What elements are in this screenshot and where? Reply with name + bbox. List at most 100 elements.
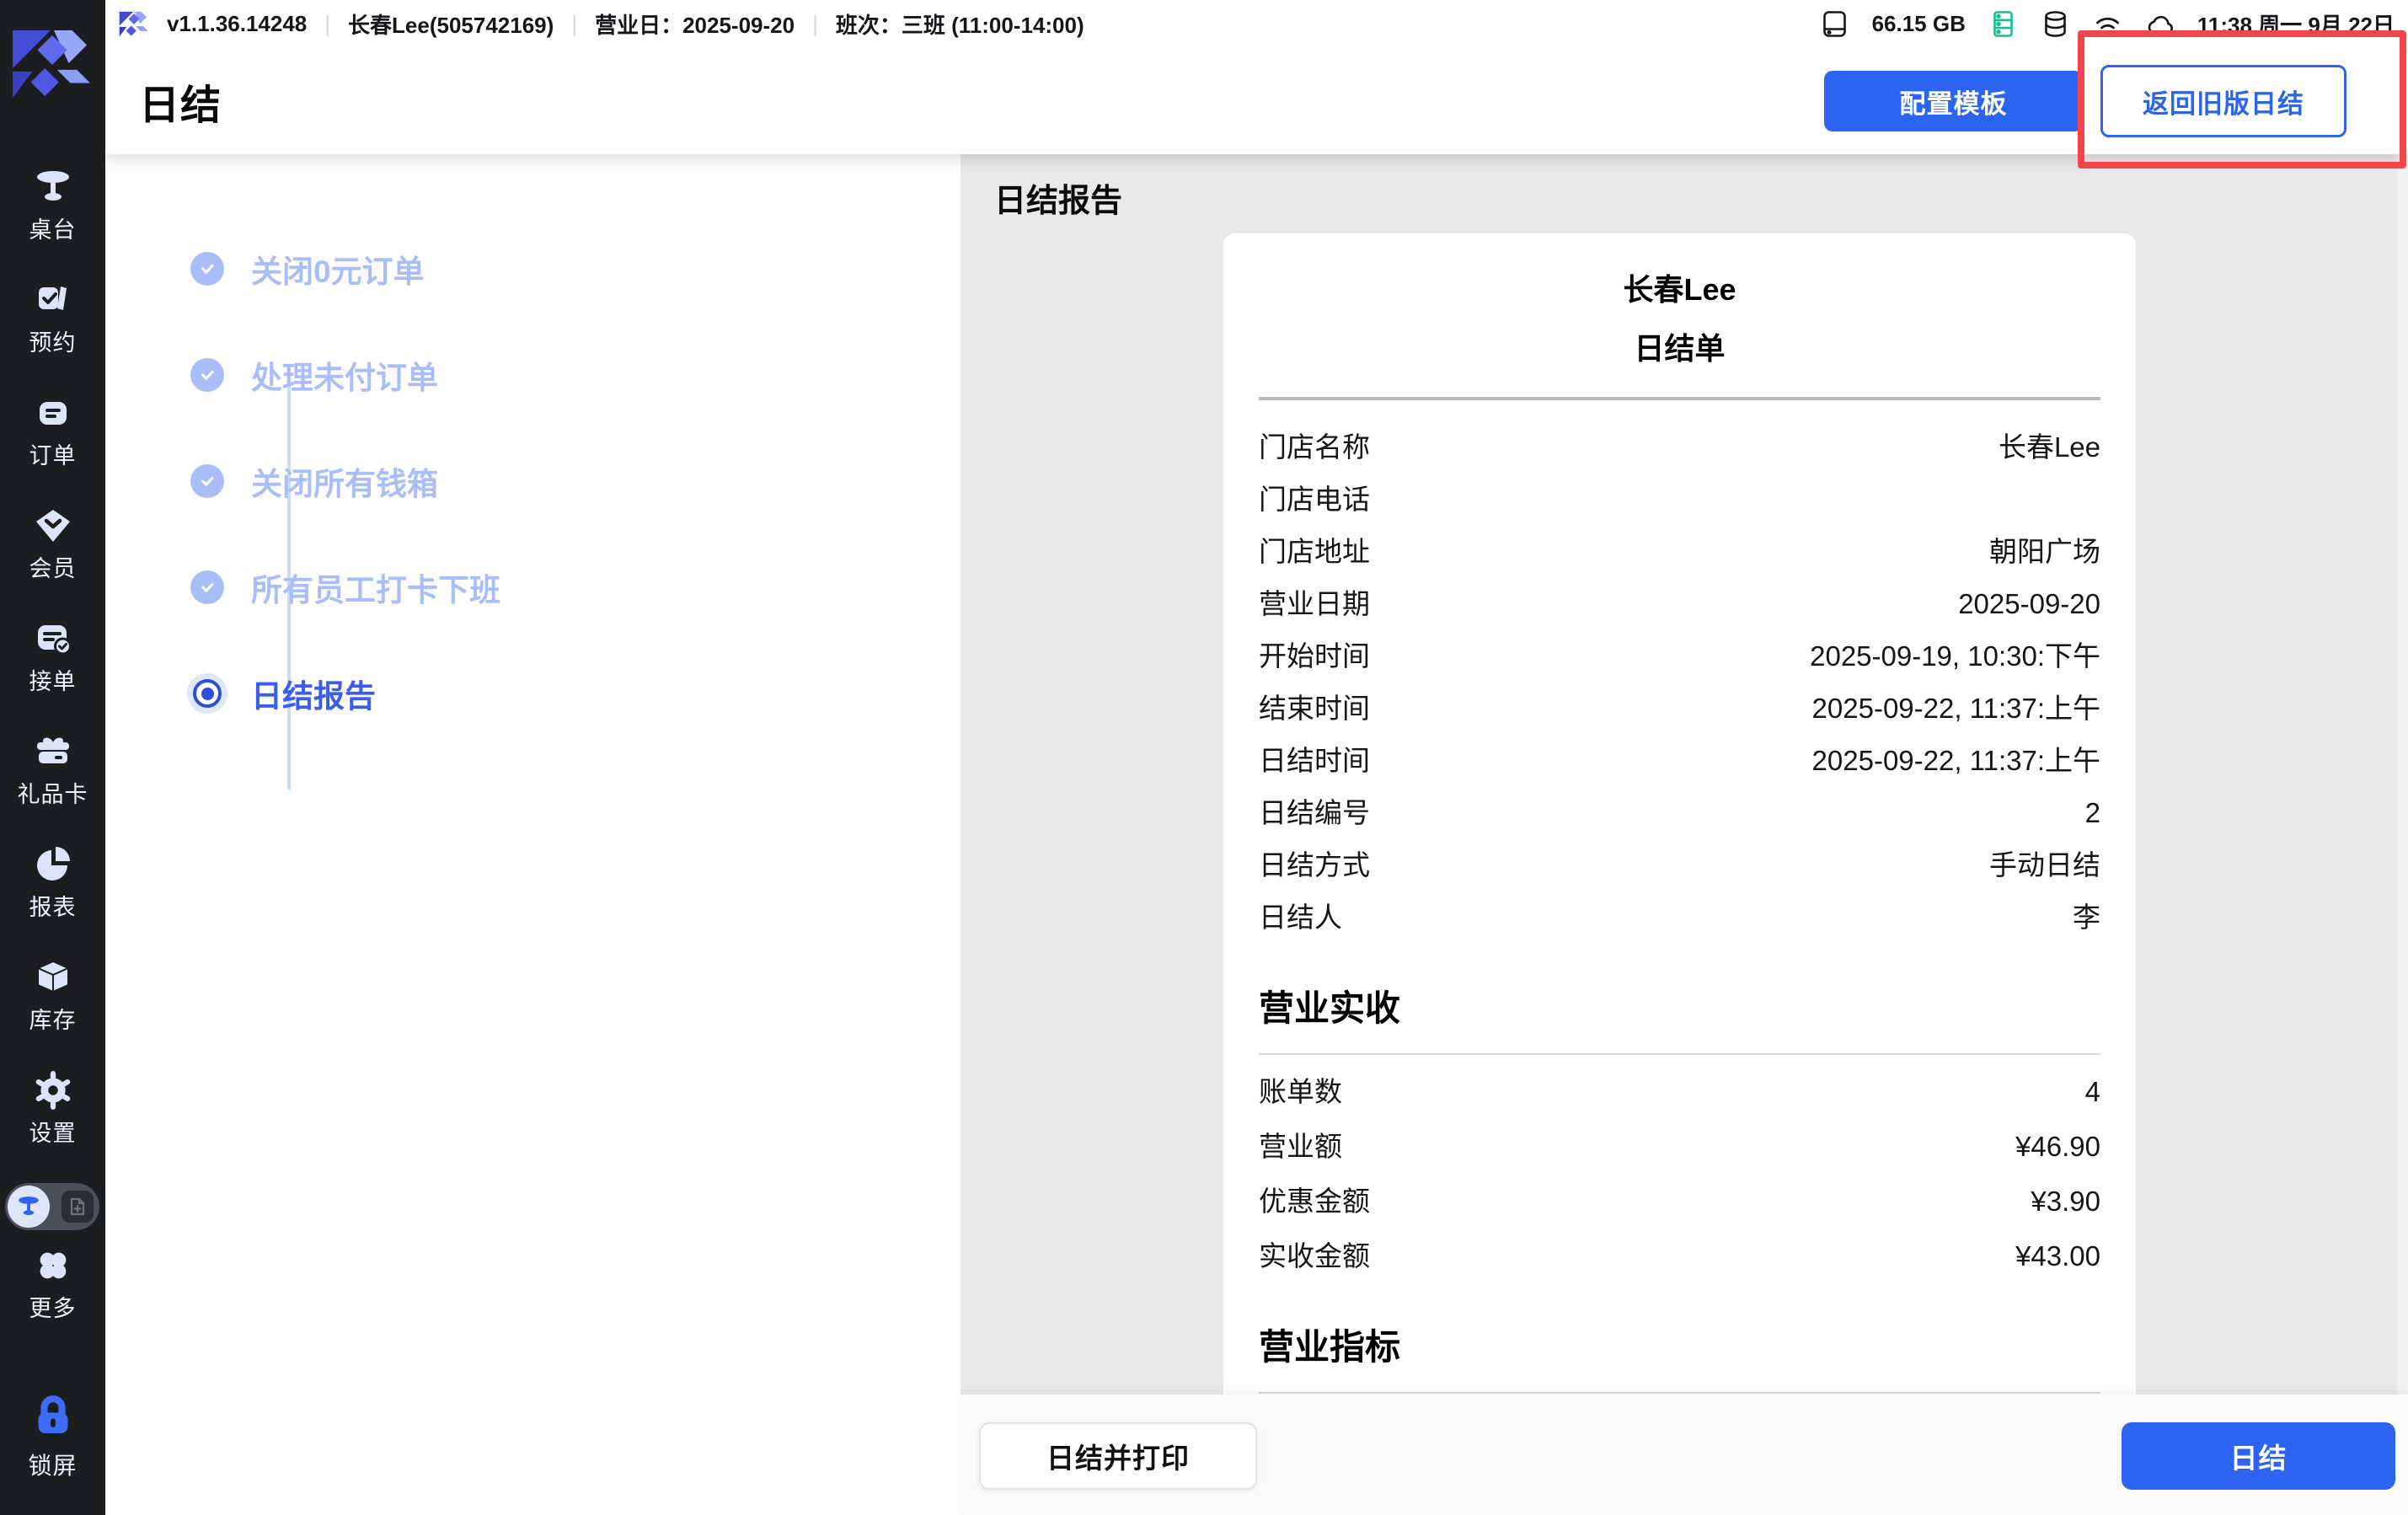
sidebar-nav: 桌台 预约 订单 会员 接单 <box>0 167 105 1183</box>
row-value: 2025-09-19, 10:30:下午 <box>1810 640 2100 673</box>
sidebar-item-more[interactable]: 更多 <box>0 1245 105 1358</box>
report-row: 日结方式手动日结 <box>1259 849 2100 882</box>
page-title: 日结 <box>139 72 222 131</box>
report-row: 优惠金额¥3.90 <box>1259 1185 2100 1218</box>
report-row: 开始时间 2025-09-19, 10:30:下午 <box>1259 640 2100 673</box>
sidebar-item-label: 礼品卡 <box>18 776 88 809</box>
gift-card-icon <box>33 731 73 772</box>
step-label: 日结报告 <box>251 671 376 716</box>
wifi-icon[interactable] <box>2093 9 2122 40</box>
database-icon[interactable] <box>2041 9 2070 40</box>
business-day: 营业日：2025-09-20 <box>595 8 795 40</box>
report-row: 门店电话 <box>1259 483 2100 517</box>
lock-icon <box>29 1392 77 1439</box>
back-to-old-version-button[interactable]: 返回旧版日结 <box>2100 65 2346 137</box>
quick-order-mode <box>62 1191 94 1223</box>
step-label: 关闭所有钱箱 <box>251 458 438 504</box>
sidebar-item-label: 接单 <box>29 663 77 696</box>
report-row: 结束时间 2025-09-22, 11:37:上午 <box>1259 692 2100 725</box>
sidebar-item-label: 桌台 <box>29 211 77 244</box>
step-handle-unpaid-orders[interactable]: 处理未付订单 <box>187 356 500 394</box>
bottom-action-bar: 日结并打印 日结 <box>961 1395 2408 1515</box>
sidebar-item-accept-order[interactable]: 接单 <box>0 618 105 731</box>
sidebar-item-gift-card[interactable]: 礼品卡 <box>0 731 105 844</box>
cloud-icon[interactable] <box>2145 9 2175 40</box>
row-label: 账单数 <box>1259 1075 1342 1109</box>
step-check-icon <box>187 355 227 395</box>
report-doc-title: 日结单 <box>1259 324 2100 368</box>
separator: | <box>324 11 330 37</box>
sidebar-item-settings[interactable]: 设置 <box>0 1070 105 1183</box>
row-value: 朝阳广场 <box>1989 535 2100 569</box>
table-mode-knob <box>8 1186 50 1228</box>
scrollbar[interactable] <box>2397 154 2408 1395</box>
shift-info: 班次：三班 (11:00-14:00) <box>836 8 1084 40</box>
separator: | <box>571 11 577 37</box>
row-value: 李 <box>2073 901 2100 934</box>
table-icon <box>16 1194 41 1219</box>
row-label: 优惠金额 <box>1259 1185 1370 1218</box>
sidebar: 桌台 预约 订单 会员 接单 <box>0 0 105 1515</box>
report-row: 门店名称长春Lee <box>1259 431 2100 464</box>
sidebar-item-member[interactable]: 会员 <box>0 506 105 618</box>
step-settlement-report[interactable]: 日结报告 <box>187 674 500 713</box>
sidebar-item-lock-screen[interactable]: 锁屏 <box>0 1392 105 1505</box>
row-label: 日结编号 <box>1259 796 1370 830</box>
section-business-receipts: 营业实收 账单数4 营业额¥46.90 优惠金额¥3.90 实收金额 ¥43.00 <box>1259 980 2100 1273</box>
row-value: 2025-09-22, 11:37:上午 <box>1812 692 2100 725</box>
status-bar: v1.1.36.14248 | 长春Lee(505742169) | 营业日：2… <box>105 0 2408 48</box>
steps-list: 关闭0元订单 处理未付订单 关闭所有钱箱 所有员工打卡下班 日结报告 <box>187 249 500 780</box>
table-mode-toggle[interactable] <box>5 1183 99 1230</box>
step-check-icon <box>187 461 227 501</box>
sidebar-item-label: 预约 <box>29 324 77 357</box>
section-divider <box>1259 1053 2100 1055</box>
row-label: 开始时间 <box>1259 640 1370 673</box>
drive-icon[interactable] <box>1820 9 1849 40</box>
configure-template-button[interactable]: 配置模板 <box>1824 71 2083 131</box>
step-close-zero-orders[interactable]: 关闭0元订单 <box>187 249 500 288</box>
settlement-steps-panel: 关闭0元订单 处理未付订单 关闭所有钱箱 所有员工打卡下班 日结报告 <box>105 154 961 1515</box>
step-label: 处理未付订单 <box>251 352 438 398</box>
top-area: v1.1.36.14248 | 长春Lee(505742169) | 营业日：2… <box>105 0 2408 154</box>
section-business-metrics: 营业指标 用餐人数19 <box>1259 1319 2100 1395</box>
app-version: v1.1.36.14248 <box>167 11 307 37</box>
sidebar-item-reports[interactable]: 报表 <box>0 844 105 957</box>
step-clock-out-employees[interactable]: 所有员工打卡下班 <box>187 568 500 607</box>
report-heading: 日结报告 <box>994 174 1122 221</box>
sidebar-item-reservation[interactable]: 预约 <box>0 280 105 393</box>
inventory-icon <box>33 957 73 998</box>
section-title: 营业实收 <box>1259 980 2100 1031</box>
row-value: 2 <box>2085 796 2100 830</box>
sidebar-item-tables[interactable]: 桌台 <box>0 167 105 280</box>
sidebar-item-label: 设置 <box>29 1115 77 1148</box>
sidebar-item-inventory[interactable]: 库存 <box>0 957 105 1070</box>
report-row: 营业额¥46.90 <box>1259 1130 2100 1164</box>
reservation-icon <box>33 280 73 320</box>
row-label: 实收金额 <box>1259 1239 1370 1273</box>
report-row: 日结时间2025-09-22, 11:37:上午 <box>1259 744 2100 778</box>
step-close-cash-drawers[interactable]: 关闭所有钱箱 <box>187 462 500 501</box>
step-label: 关闭0元订单 <box>251 246 425 292</box>
row-label: 日结人 <box>1259 901 1342 934</box>
report-row: 日结编号 2 <box>1259 796 2100 830</box>
header-buttons: 配置模板 返回旧版日结 <box>1824 65 2408 137</box>
report-row: 账单数4 <box>1259 1075 2100 1109</box>
row-label: 门店名称 <box>1259 431 1370 464</box>
app-logo-small <box>119 11 149 38</box>
storage-size: 66.15 GB <box>1872 11 1966 37</box>
rack-icon[interactable] <box>1988 9 2018 40</box>
status-icons: 66.15 GB 11:38 周一 9月 22日 <box>1820 8 2408 40</box>
section-title: 营业指标 <box>1259 1319 2100 1370</box>
sidebar-item-label: 报表 <box>29 889 77 922</box>
row-label: 日结方式 <box>1259 849 1370 882</box>
row-label: 营业日期 <box>1259 587 1370 621</box>
sidebar-item-label: 锁屏 <box>28 1448 77 1481</box>
sidebar-item-orders[interactable]: 订单 <box>0 393 105 506</box>
accept-order-icon <box>33 618 73 659</box>
row-value: 2025-09-20 <box>1958 587 2100 621</box>
settle-button[interactable]: 日结 <box>2122 1422 2395 1490</box>
settle-and-print-button[interactable]: 日结并打印 <box>979 1422 1257 1490</box>
row-label: 结束时间 <box>1259 692 1370 725</box>
report-row: 门店地址朝阳广场 <box>1259 535 2100 569</box>
row-value: ¥43.00 <box>2015 1239 2100 1273</box>
